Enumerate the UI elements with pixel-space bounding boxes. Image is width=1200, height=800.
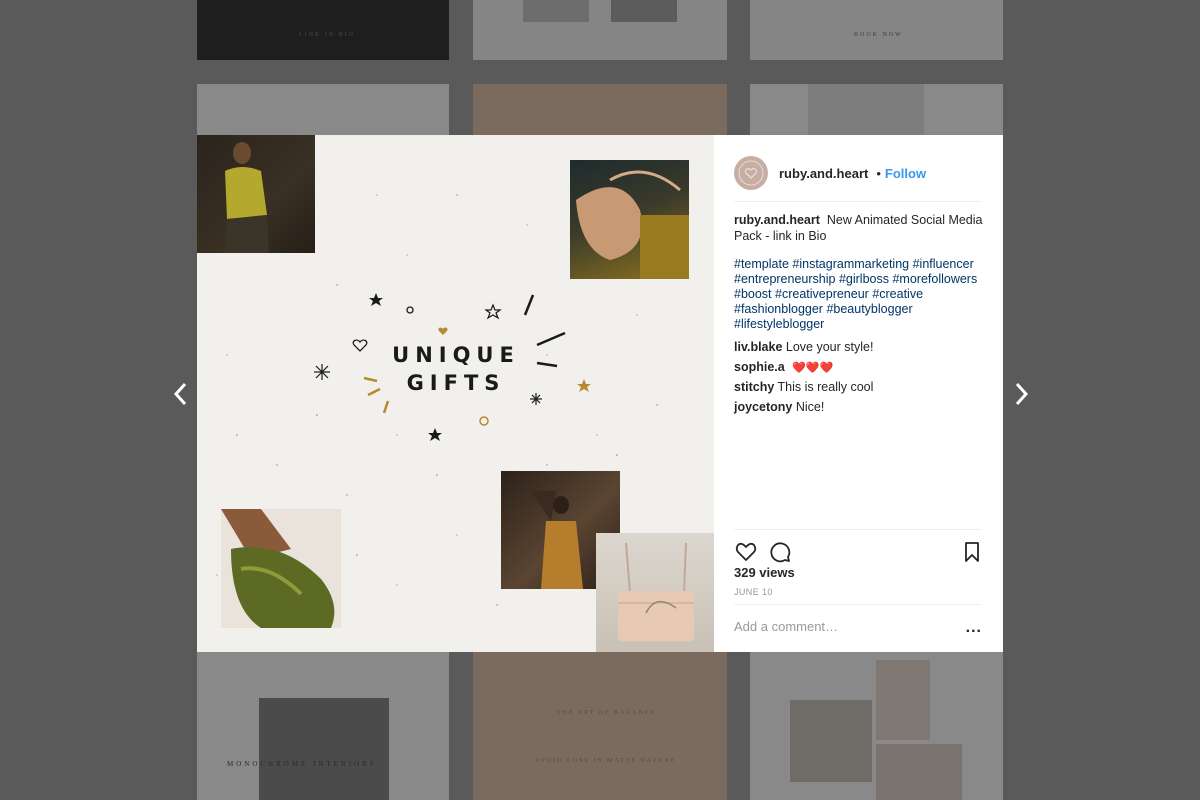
- comment-text: Nice!: [795, 400, 825, 414]
- photo-green-boots: [221, 509, 341, 628]
- hashtag-link[interactable]: #lifestyleblogger: [734, 317, 824, 331]
- post-caption: ruby.and.heart New Animated Social Media…: [734, 212, 986, 244]
- post-modal: UNIQUE GIFTS ruby.and.heart • Follow rub…: [197, 135, 1003, 652]
- hashtag-link[interactable]: #influencer: [913, 257, 974, 271]
- previous-post-button[interactable]: [170, 378, 192, 410]
- comment-item: liv.blake Love your style!: [734, 339, 986, 359]
- heart-logo-icon: [738, 160, 764, 186]
- photo-tan-bag: [570, 160, 689, 279]
- view-count[interactable]: 329 views: [734, 565, 795, 580]
- post-headline: UNIQUE GIFTS: [381, 343, 531, 395]
- bg-tile-bags: [750, 652, 1003, 800]
- comment-list: liv.blake Love your style! sophie.a ❤️❤️…: [734, 339, 986, 419]
- follow-button[interactable]: Follow: [885, 166, 926, 181]
- heart-icon: [735, 542, 757, 561]
- hashtag-link[interactable]: #beautyblogger: [826, 302, 912, 316]
- bg-tile-left: [197, 84, 449, 135]
- post-header: ruby.and.heart • Follow: [734, 149, 982, 202]
- headline-line-1: UNIQUE: [392, 343, 520, 367]
- bg-tile-book-now: BOOK NOW: [750, 0, 1003, 60]
- comment-username[interactable]: sophie.a: [734, 360, 785, 374]
- comment-icon: [770, 542, 791, 563]
- bg-tile-text: THE ART OF BALANCE: [557, 710, 657, 716]
- bg-tile-link-in-bio: LINK IN BIO: [197, 0, 449, 60]
- post-date: JUNE 10: [734, 587, 773, 597]
- more-icon[interactable]: ...: [966, 619, 982, 637]
- bg-tile-balance: THE ART OF BALANCE AVOID LOSS IN MATTE N…: [473, 652, 727, 800]
- bg-tile-text: AVOID LOSS IN MATTE NATURE: [535, 758, 677, 764]
- next-post-button[interactable]: [1010, 378, 1032, 410]
- hashtag-link[interactable]: #girlboss: [839, 272, 889, 286]
- hashtag-link[interactable]: #boost: [734, 287, 772, 301]
- comment-username[interactable]: stitchy: [734, 380, 774, 394]
- save-button[interactable]: [960, 540, 984, 564]
- hashtag-link[interactable]: #template: [734, 257, 789, 271]
- comment-item: joycetony Nice!: [734, 399, 986, 419]
- comment-item: sophie.a ❤️❤️❤️: [734, 359, 986, 379]
- comment-button[interactable]: [768, 540, 792, 564]
- bg-tile-text: LINK IN BIO: [299, 32, 355, 38]
- hashtag-link[interactable]: #morefollowers: [892, 272, 977, 286]
- hashtag-link[interactable]: #fashionblogger: [734, 302, 823, 316]
- chevron-right-icon: [1015, 382, 1029, 406]
- hashtag-list: #template #instagrammarketing #influence…: [734, 257, 990, 332]
- photo-model-yellow-sweater: [197, 135, 315, 253]
- bg-tile-monochrome: MONOCHROME INTERIORS: [197, 652, 449, 800]
- bg-tile-text: BOOK NOW: [854, 32, 903, 38]
- bg-tile-right: [750, 84, 1003, 135]
- comment-text: Love your style!: [785, 340, 874, 354]
- header-separator: •: [876, 165, 881, 181]
- bg-tile-center: [473, 84, 727, 135]
- comment-text: ❤️❤️❤️: [792, 362, 834, 374]
- header-username[interactable]: ruby.and.heart: [779, 166, 868, 181]
- add-comment-bar: ...: [734, 604, 982, 653]
- bookmark-icon: [965, 542, 979, 562]
- hashtag-link[interactable]: #entrepreneurship: [734, 272, 835, 286]
- action-bar: [734, 529, 982, 570]
- avatar[interactable]: [734, 156, 768, 190]
- comment-text: This is really cool: [777, 380, 874, 394]
- hashtag-link[interactable]: #creativepreneur: [775, 287, 869, 301]
- hashtag-link[interactable]: #creative: [872, 287, 923, 301]
- hashtag-link[interactable]: #instagrammarketing: [792, 257, 909, 271]
- comment-item: stitchy This is really cool: [734, 379, 986, 399]
- comment-input[interactable]: [734, 619, 944, 634]
- caption-username[interactable]: ruby.and.heart: [734, 213, 820, 227]
- headline-line-2: GIFTS: [406, 371, 506, 395]
- like-button[interactable]: [734, 540, 758, 564]
- post-sidebar: ruby.and.heart • Follow ruby.and.heart N…: [714, 135, 1003, 652]
- bg-tile-text: MONOCHROME INTERIORS: [227, 760, 377, 768]
- comment-username[interactable]: joycetony: [734, 400, 792, 414]
- comment-username[interactable]: liv.blake: [734, 340, 782, 354]
- photo-blush-bag: [596, 533, 714, 652]
- bg-tile-top-middle: [473, 0, 727, 60]
- chevron-left-icon: [173, 382, 187, 406]
- post-image: UNIQUE GIFTS: [197, 135, 714, 652]
